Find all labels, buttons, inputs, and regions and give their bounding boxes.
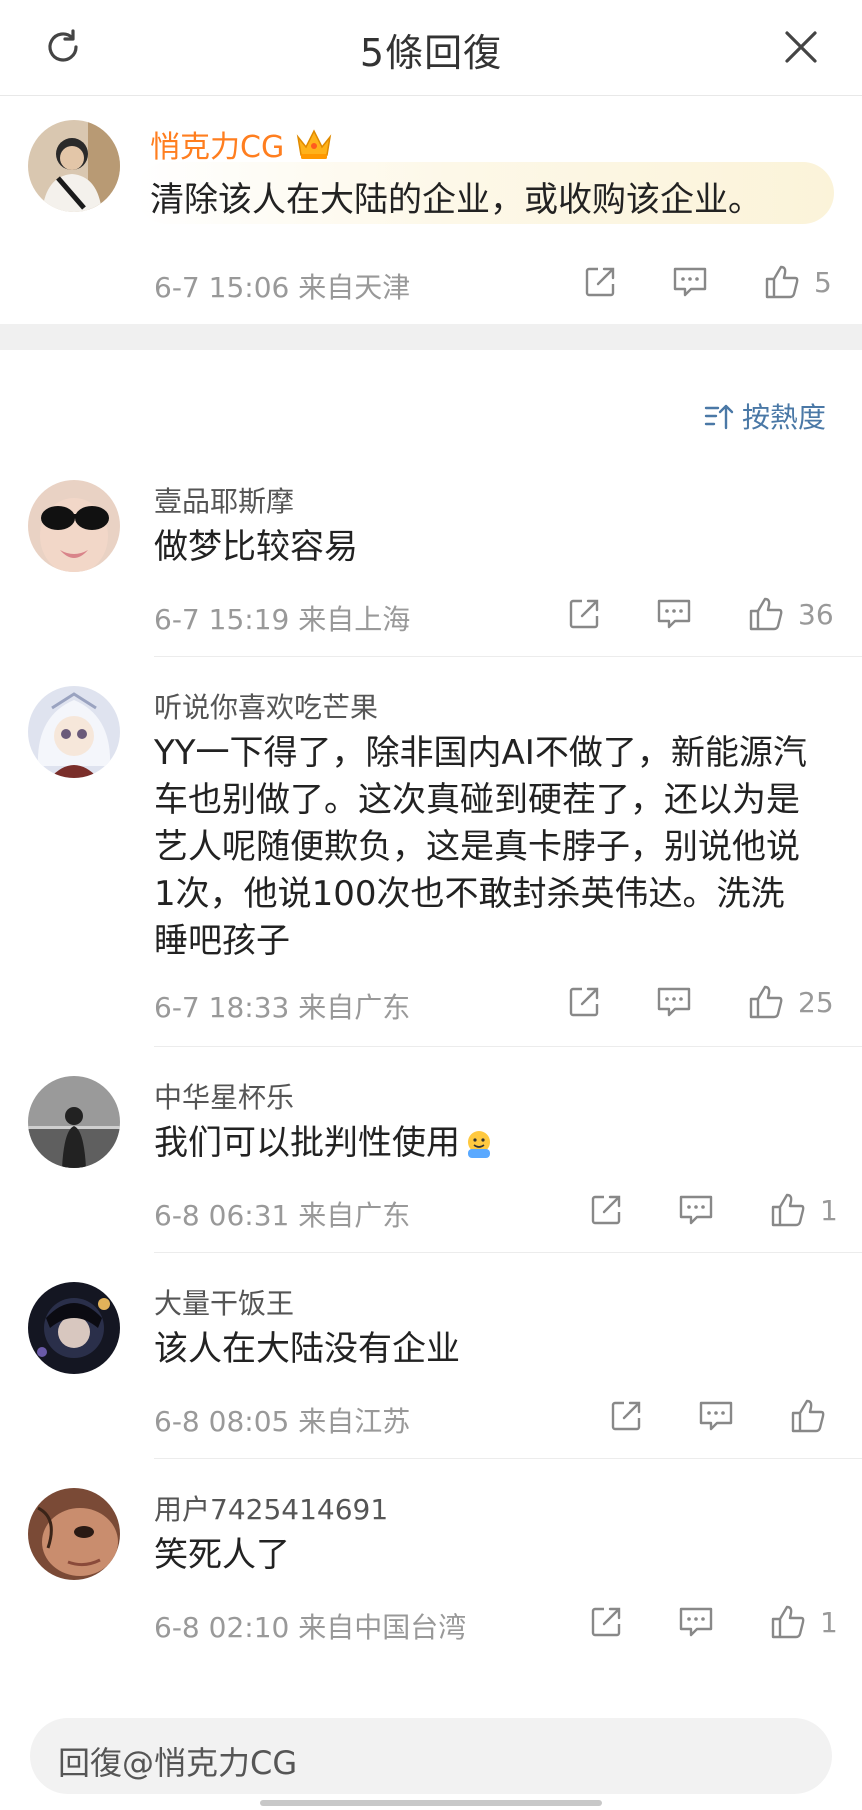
share-icon[interactable] <box>564 982 604 1022</box>
like-icon[interactable] <box>768 1602 808 1642</box>
like-count: 25 <box>798 986 834 1019</box>
avatar[interactable] <box>28 686 120 778</box>
reply-input-placeholder: 回復@悄克力CG <box>58 1744 298 1782</box>
username[interactable]: 听说你喜欢吃芒果 <box>154 686 378 726</box>
comment-icon[interactable] <box>676 1602 716 1642</box>
header: 5條回復 <box>0 0 862 96</box>
username[interactable]: 壹品耶斯摩 <box>154 480 294 520</box>
comment-icon[interactable] <box>670 262 710 302</box>
reply-text: 笑死人了 <box>154 1535 290 1575</box>
username[interactable]: 用户7425414691 <box>154 1488 388 1528</box>
comment-icon[interactable] <box>676 1190 716 1230</box>
share-icon[interactable] <box>586 1190 626 1230</box>
reply-text: YY一下得了，除非国内AI不做了，新能源汽车也别做了。这次真碰到硬茬了，还以为是… <box>154 733 807 961</box>
list-item: 壹品耶斯摩 做梦比较容易 6-7 15:19 来自上海 36 <box>0 470 862 657</box>
reply-meta: 6-8 02:10 来自中国台湾 <box>154 1611 467 1644</box>
comment-icon[interactable] <box>654 982 694 1022</box>
reply-text-row: 我们可以批判性使用 <box>154 1120 814 1167</box>
username-text[interactable]: 悄克力CG <box>150 122 284 166</box>
divider <box>154 1458 862 1459</box>
list-item: 中华星杯乐 我们可以批判性使用 6-8 06:31 来自广东 1 <box>0 1066 862 1253</box>
sort-button[interactable]: 按熱度 <box>704 396 826 436</box>
avatar[interactable] <box>28 480 120 572</box>
home-indicator <box>260 1800 602 1806</box>
share-icon[interactable] <box>586 1602 626 1642</box>
reply-text: 该人在大陆没有企业 <box>154 1329 460 1369</box>
reply-meta: 6-7 18:33 来自广东 <box>154 991 411 1024</box>
sort-icon <box>704 402 734 430</box>
crown-icon <box>294 127 334 161</box>
like-count: 36 <box>798 598 834 631</box>
emoji-icon <box>464 1129 494 1159</box>
page-title: 5條回復 <box>359 31 503 75</box>
like-icon[interactable] <box>762 262 802 302</box>
reply-meta: 6-8 08:05 来自江苏 <box>154 1405 411 1438</box>
like-count: 5 <box>814 266 832 299</box>
comment-icon[interactable] <box>696 1396 736 1436</box>
list-item: 大量干饭王 该人在大陆没有企业 6-8 08:05 来自江苏 <box>0 1272 862 1459</box>
like-icon[interactable] <box>788 1396 828 1436</box>
comment-text: 清除该人在大陆的企业，或收购该企业。 <box>150 180 762 220</box>
root-comment: 悄克力CG 清除该人在大陆的企业，或收购该企业。 6-7 15:06 来自天津 … <box>0 96 862 324</box>
avatar[interactable] <box>28 1488 120 1580</box>
like-icon[interactable] <box>746 982 786 1022</box>
username[interactable]: 大量干饭王 <box>154 1282 294 1322</box>
share-icon[interactable] <box>580 262 620 302</box>
reply-input[interactable]: 回復@悄克力CG <box>30 1718 832 1794</box>
share-icon[interactable] <box>564 594 604 634</box>
reply-meta: 6-8 06:31 来自广东 <box>154 1199 411 1232</box>
like-icon[interactable] <box>768 1190 808 1230</box>
reply-meta: 6-7 15:19 来自上海 <box>154 603 411 636</box>
root-username[interactable]: 悄克力CG <box>150 122 334 166</box>
avatar[interactable] <box>28 1282 120 1374</box>
share-icon[interactable] <box>606 1396 646 1436</box>
avatar[interactable] <box>28 1076 120 1168</box>
comment-icon[interactable] <box>654 594 694 634</box>
like-icon[interactable] <box>746 594 786 634</box>
close-icon[interactable] <box>778 24 824 70</box>
like-count: 1 <box>820 1606 838 1639</box>
avatar[interactable] <box>28 120 120 212</box>
like-count: 1 <box>820 1194 838 1227</box>
reply-text: 做梦比较容易 <box>154 527 358 567</box>
reply-text: 我们可以批判性使用 <box>154 1123 460 1163</box>
section-divider <box>0 324 862 350</box>
list-item: 用户7425414691 笑死人了 6-8 02:10 来自中国台湾 1 <box>0 1478 862 1664</box>
divider <box>154 1252 862 1253</box>
divider <box>154 1046 862 1047</box>
list-item: 听说你喜欢吃芒果 YY一下得了，除非国内AI不做了，新能源汽车也别做了。这次真碰… <box>0 676 862 1047</box>
divider <box>154 656 862 657</box>
sort-label: 按熱度 <box>741 401 826 434</box>
username[interactable]: 中华星杯乐 <box>154 1076 294 1116</box>
comment-meta: 6-7 15:06 来自天津 <box>154 271 411 304</box>
